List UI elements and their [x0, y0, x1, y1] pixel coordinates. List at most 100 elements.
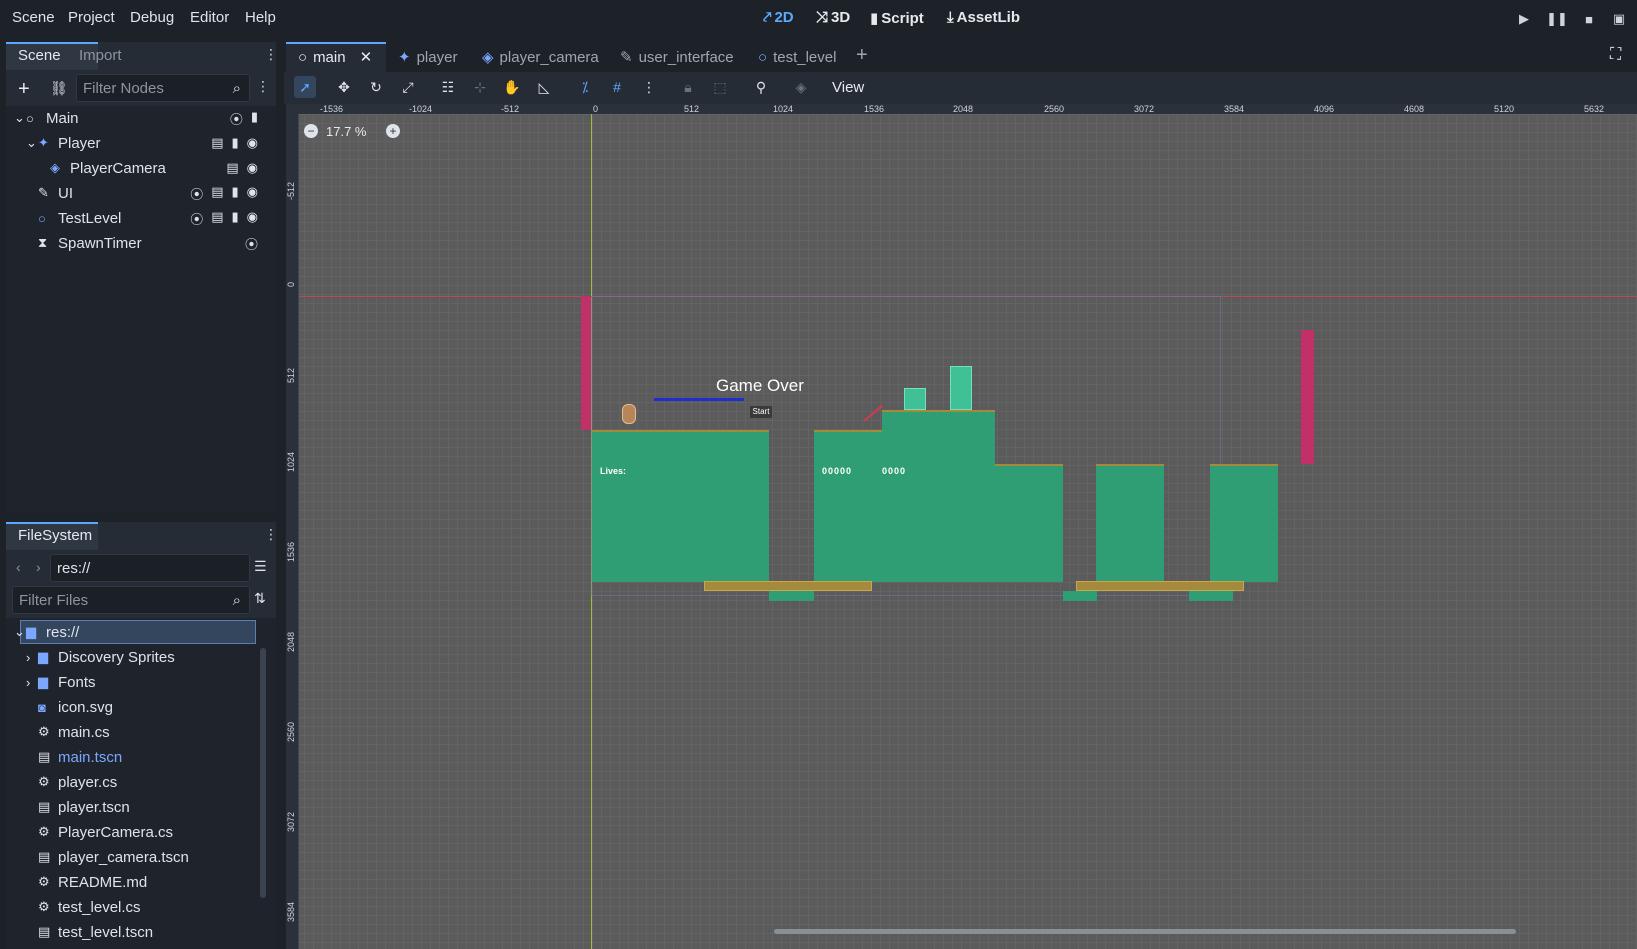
group-icon[interactable]: ⬚	[709, 76, 731, 98]
workspace-2d-tab[interactable]: ⤤ 2D	[763, 9, 794, 26]
workspace-3d-tab[interactable]: ⤨ 3D	[816, 9, 850, 26]
menu-scene[interactable]: Scene	[12, 9, 55, 26]
file-tree-scrollbar[interactable]	[260, 648, 266, 898]
menu-help[interactable]: Help	[245, 9, 276, 26]
file-item-player-tscn[interactable]: ▤ player.tscn	[6, 795, 256, 819]
bone-icon[interactable]: ⚲	[750, 76, 772, 98]
dock-menu-icon[interactable]: ⋮	[264, 526, 278, 543]
fullscreen-icon[interactable]: ⛶	[1610, 46, 1621, 64]
signal-icon[interactable]: ⦿	[245, 234, 258, 253]
eye-icon[interactable]: ◉	[247, 184, 258, 203]
tree-item-ui[interactable]: ✎ UI ⦿ ▤ ▮ ◉	[6, 181, 268, 205]
stop-icon: ■	[1585, 11, 1593, 27]
file-item-playercamera-cs[interactable]: ⚙ PlayerCamera.cs	[6, 820, 256, 844]
menu-editor[interactable]: Editor	[190, 9, 229, 26]
grid-snap-icon[interactable]: #	[606, 76, 628, 98]
scene-tab-player-camera[interactable]: ◈ player_camera	[482, 44, 599, 70]
ruler-tick: 512	[684, 104, 700, 114]
forward-icon[interactable]: ›	[36, 559, 41, 575]
play-button[interactable]: ▶	[1513, 8, 1535, 30]
workspace-script-tab[interactable]: ▮ Script	[870, 9, 924, 28]
file-item-fonts[interactable]: › ▆ Fonts	[6, 670, 256, 694]
signal-icon[interactable]: ⦿	[230, 109, 243, 128]
clapper-icon[interactable]: ▤	[226, 160, 238, 176]
file-item-test-level-tscn[interactable]: ▤ test_level.tscn	[6, 920, 256, 944]
clapper-icon[interactable]: ▤	[211, 184, 223, 203]
script-icon[interactable]: ▮	[251, 109, 258, 128]
link-icon[interactable]: ⛓	[50, 80, 68, 97]
back-icon[interactable]: ‹	[16, 559, 21, 575]
zoom-level[interactable]: 17.7 %	[326, 124, 366, 139]
eye-icon[interactable]: ◉	[247, 160, 258, 176]
signal-icon[interactable]: ⦿	[190, 209, 203, 228]
file-item-readme[interactable]: ⚙ README.md	[6, 870, 256, 894]
menu-project[interactable]: Project	[68, 9, 115, 26]
control-icon: ✎	[38, 185, 49, 200]
scene-tab-main[interactable]: ○ main ✕	[298, 44, 372, 70]
zoom-out-button[interactable]: −	[304, 124, 318, 138]
tree-item-testlevel[interactable]: ○ TestLevel ⦿ ▤ ▮ ◉	[6, 206, 268, 230]
chevron-right-icon: ›	[26, 674, 31, 690]
script-icon[interactable]: ▮	[232, 135, 239, 151]
path-input[interactable]: res://	[50, 554, 250, 582]
list-select-icon[interactable]: ☷	[437, 76, 459, 98]
scene-menu-icon[interactable]: ⋮	[256, 78, 270, 95]
viewport-hscrollbar[interactable]	[774, 929, 1516, 934]
sort-icon[interactable]: ⇅	[254, 590, 266, 607]
file-item-player-cs[interactable]: ⚙ player.cs	[6, 770, 256, 794]
stop-button[interactable]: ■	[1578, 8, 1600, 30]
split-view-icon[interactable]: ☰	[254, 558, 267, 575]
script-icon[interactable]: ▮	[232, 209, 239, 228]
file-item-res-root[interactable]: ⌄ ▆ res://	[6, 620, 256, 644]
start-button[interactable]: Start	[750, 406, 772, 418]
smart-snap-icon[interactable]: ⁒	[574, 76, 596, 98]
file-item-player-camera-tscn[interactable]: ▤ player_camera.tscn	[6, 845, 256, 869]
workspace-assetlib-tab[interactable]: ⤓ AssetLib	[947, 9, 1020, 26]
scene-tab-user-interface[interactable]: ✎ user_interface	[620, 44, 734, 70]
ruler-icon[interactable]: ◺	[533, 76, 555, 98]
clapper-icon[interactable]: ▤	[211, 209, 223, 228]
pause-button[interactable]: ❚❚	[1546, 8, 1568, 30]
scene-tab-test-level[interactable]: ○ test_level	[758, 44, 836, 70]
eye-icon[interactable]: ◉	[247, 135, 258, 151]
rotate-icon[interactable]: ↻	[365, 76, 387, 98]
file-item-icon-svg[interactable]: ◙ icon.svg	[6, 695, 256, 719]
tree-item-playercamera[interactable]: ◈ PlayerCamera ▤ ◉	[6, 156, 268, 180]
zoom-in-button[interactable]: +	[386, 124, 400, 138]
pivot-icon[interactable]: ⊹	[469, 76, 491, 98]
file-item-discovery-sprites[interactable]: › ▆ Discovery Sprites	[6, 645, 256, 669]
move-icon[interactable]: ✥	[333, 76, 355, 98]
tab-import[interactable]: Import	[79, 47, 122, 64]
clapper-icon[interactable]: ▤	[211, 135, 223, 151]
filter-files-input[interactable]: Filter Files ⌕	[12, 586, 250, 614]
script-icon[interactable]: ▮	[232, 184, 239, 203]
close-icon[interactable]: ✕	[360, 48, 373, 66]
row-actions: ⦿	[245, 234, 258, 253]
eye-icon[interactable]: ◉	[247, 209, 258, 228]
player-sprite[interactable]	[622, 404, 636, 424]
tree-item-player[interactable]: ⌄ ✦ Player ▤ ▮ ◉	[6, 131, 268, 155]
ruler-tick: 5632	[1584, 104, 1605, 114]
add-node-icon[interactable]: +	[18, 78, 30, 101]
filter-nodes-input[interactable]: Filter Nodes ⌕	[76, 74, 250, 102]
view-menu[interactable]: View	[832, 79, 864, 96]
scale-icon[interactable]: ⤢	[397, 76, 419, 98]
scene-tab-player[interactable]: ✦ player	[398, 44, 457, 70]
canvas-viewport[interactable]: − 17.7 % + Game Over Start Lives: 00000 …	[286, 114, 1637, 949]
menu-debug[interactable]: Debug	[130, 9, 174, 26]
pan-icon[interactable]: ✋	[501, 76, 523, 98]
file-item-test-level-cs[interactable]: ⚙ test_level.cs	[6, 895, 256, 919]
movie-button[interactable]: ▣	[1608, 8, 1630, 30]
file-item-main-tscn[interactable]: ▤ main.tscn	[6, 745, 256, 769]
add-tab-icon[interactable]: +	[856, 44, 868, 67]
dock-menu-icon[interactable]: ⋮	[264, 46, 278, 63]
tree-item-spawntimer[interactable]: ⧗ SpawnTimer ⦿	[6, 231, 268, 255]
select-icon[interactable]: ➚	[294, 76, 316, 98]
signal-icon[interactable]: ⦿	[190, 184, 203, 203]
tree-item-main[interactable]: ⌄ ○ Main ⦿ ▮	[6, 106, 268, 130]
lock-icon[interactable]: 🔒︎	[677, 76, 699, 98]
camera-override-icon[interactable]: ◈	[790, 76, 812, 98]
file-item-main-cs[interactable]: ⚙ main.cs	[6, 720, 256, 744]
search-icon: ⌕	[232, 79, 241, 97]
snap-options-icon[interactable]: ⋮	[638, 76, 660, 98]
